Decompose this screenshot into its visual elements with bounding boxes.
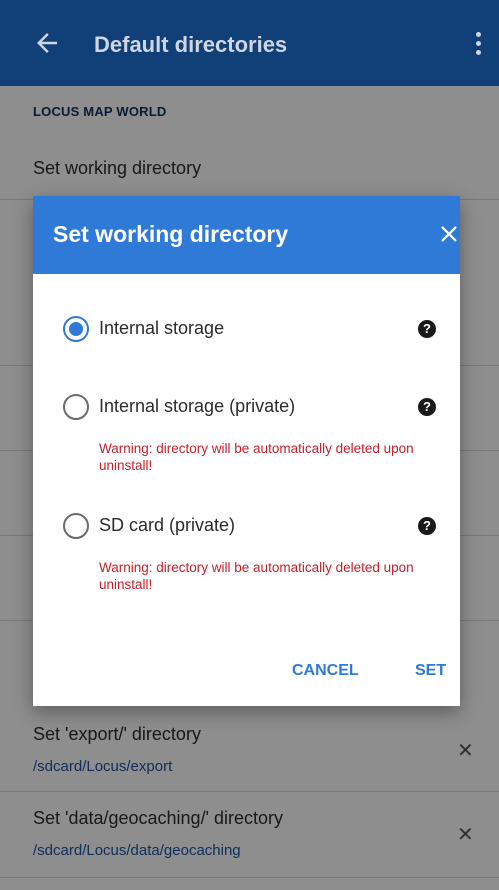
warning-text: Warning: directory will be automatically… [99, 560, 414, 592]
radio-button-checked[interactable] [63, 316, 89, 342]
help-icon[interactable]: ? [418, 320, 436, 338]
set-working-directory-dialog: Set working directory Internal storage ?… [33, 196, 460, 706]
option-label: Internal storage [99, 318, 225, 338]
help-icon[interactable]: ? [418, 398, 436, 416]
help-icon[interactable]: ? [418, 517, 436, 535]
radio-option-internal-storage-private[interactable]: Internal storage (private) ? Warning: di… [33, 392, 460, 482]
dialog-header: Set working directory [33, 196, 460, 274]
radio-button[interactable] [63, 513, 89, 539]
app-bar: Default directories [0, 0, 499, 86]
warning-text: Warning: directory will be automatically… [99, 441, 414, 473]
dialog-title: Set working directory [53, 221, 289, 247]
more-vert-icon[interactable] [472, 32, 484, 58]
page-title: Default directories [94, 32, 288, 57]
arrow-left-icon[interactable] [32, 28, 62, 58]
radio-option-internal-storage[interactable]: Internal storage ? [33, 314, 460, 354]
cancel-button[interactable]: CANCEL [292, 662, 359, 680]
option-label: SD card (private) [99, 515, 236, 535]
close-icon[interactable] [438, 223, 460, 245]
option-label: Internal storage (private) [99, 396, 296, 416]
radio-option-sd-card-private[interactable]: SD card (private) ? Warning: directory w… [33, 511, 460, 601]
radio-button[interactable] [63, 394, 89, 420]
set-button[interactable]: SET [415, 662, 446, 680]
